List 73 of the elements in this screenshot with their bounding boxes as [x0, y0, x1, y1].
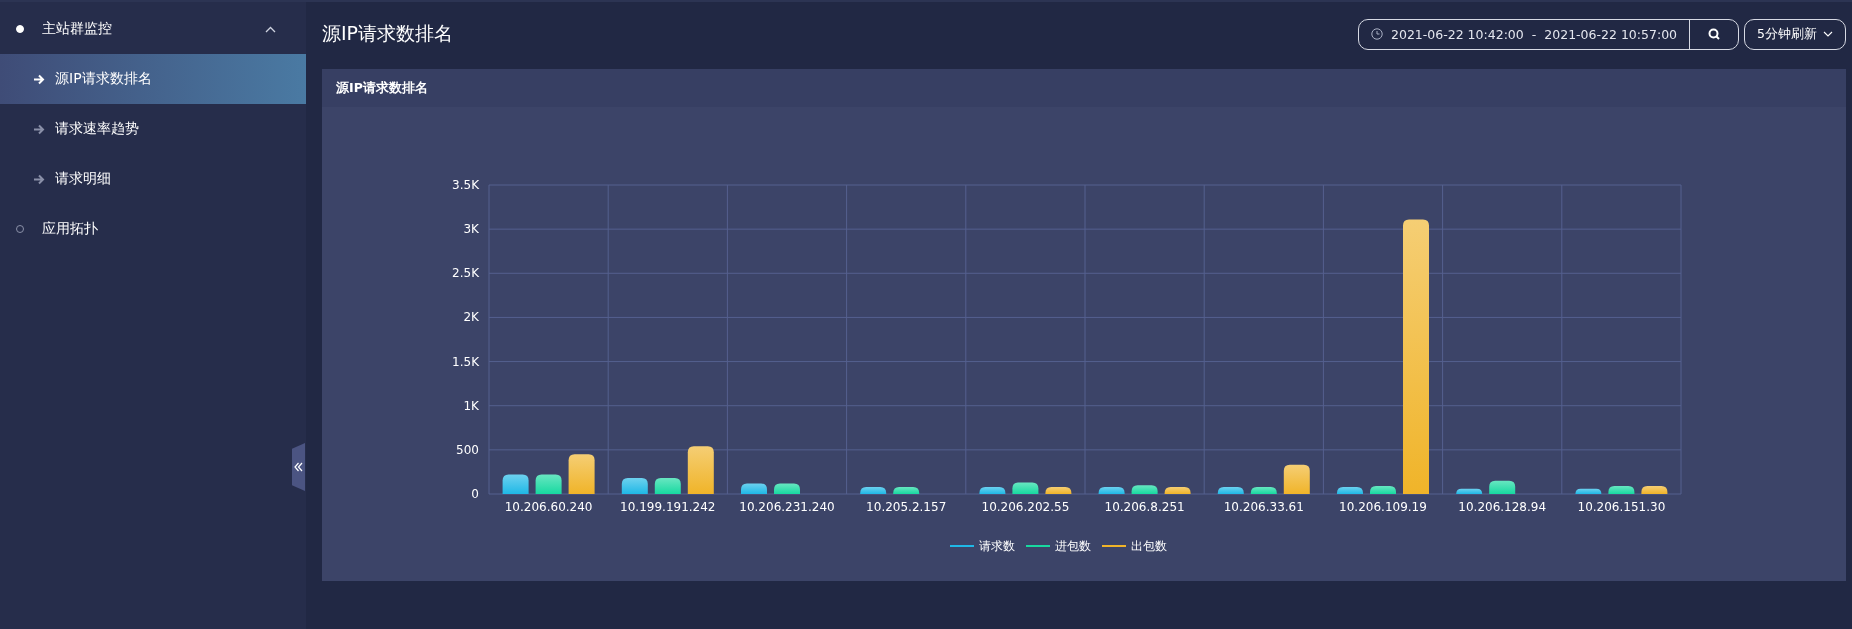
axis-label: 10.206.231.240	[739, 500, 835, 514]
search-icon	[1708, 28, 1721, 40]
axis-label: 10.199.191.242	[620, 500, 716, 514]
bar	[774, 483, 800, 494]
bar	[1575, 488, 1602, 494]
bar	[1045, 486, 1072, 494]
bar	[687, 446, 714, 494]
bar	[1283, 464, 1310, 494]
axis-label: 0	[471, 487, 479, 501]
bar	[568, 454, 595, 494]
bar	[1641, 486, 1668, 494]
bar	[1217, 486, 1244, 494]
clock-icon	[1371, 28, 1383, 40]
bar	[535, 474, 562, 494]
bar	[1370, 486, 1396, 494]
legend-label[interactable]: 请求数	[979, 539, 1015, 553]
menu-item[interactable]: 请求明细	[0, 154, 306, 204]
axis-label: 3.5K	[452, 178, 479, 192]
bar	[1337, 486, 1363, 494]
axis-label: 10.206.128.94	[1458, 500, 1547, 514]
menu-label: 主站群监控	[42, 20, 113, 38]
bar	[1098, 486, 1125, 494]
arrow-icon	[33, 73, 45, 85]
axis-label: 10.206.109.19	[1339, 500, 1427, 514]
axis-label: 10.206.202.55	[981, 500, 1070, 514]
bar	[502, 474, 529, 494]
legend-line	[1101, 545, 1127, 547]
bar	[741, 483, 767, 494]
bar	[1489, 480, 1516, 494]
bar	[979, 486, 1006, 494]
axis-label: 10.206.60.240	[504, 500, 593, 514]
start-time: 2021-06-22 10:42:00	[1391, 26, 1524, 42]
axis-label: 1.5K	[452, 354, 479, 369]
bar	[1131, 485, 1158, 494]
menu-item[interactable]: 请求速率趋势	[0, 104, 306, 154]
bar	[893, 486, 920, 494]
axis-label: 10.206.151.30	[1577, 500, 1666, 514]
legend-label[interactable]: 出包数	[1131, 539, 1167, 553]
axis-label: 2.5K	[452, 266, 479, 281]
menu-group[interactable]: 应用拓扑	[0, 204, 306, 254]
arrow-icon	[33, 123, 45, 135]
arrow-icon	[33, 173, 45, 185]
axis-label: 1K	[463, 398, 479, 413]
bar	[621, 478, 648, 494]
menu-item[interactable]: 源IP请求数排名	[0, 54, 306, 104]
bar	[1250, 486, 1277, 494]
menu-group[interactable]: 主站群监控	[0, 4, 306, 54]
time-range-field[interactable]: 2021-06-22 10:42:00 - 2021-06-22 10:57:00	[1358, 18, 1740, 50]
legend-line	[1025, 545, 1051, 547]
bar	[860, 486, 887, 494]
end-time: 2021-06-22 10:57:00	[1544, 26, 1678, 42]
panel-title: 源IP请求数排名	[336, 79, 428, 97]
legend-line	[949, 545, 975, 547]
chevron-icon	[265, 25, 276, 33]
range-separator: -	[1531, 26, 1537, 42]
bar	[1012, 482, 1039, 494]
collapse-handle[interactable]	[292, 443, 305, 491]
axis-label: 10.206.33.61	[1223, 500, 1304, 514]
axis-label: 10.206.8.251	[1104, 500, 1185, 514]
axis-label: 10.205.2.157	[866, 500, 947, 514]
bar	[1164, 486, 1191, 494]
bar	[1456, 488, 1483, 494]
menu-label: 应用拓扑	[42, 220, 99, 238]
page-title: 源IP请求数排名	[322, 21, 455, 46]
bar	[1608, 486, 1635, 494]
refresh-dropdown[interactable]: 5分钟刷新	[1744, 18, 1846, 50]
legend-label[interactable]: 进包数	[1055, 539, 1091, 553]
axis-label: 2K	[463, 310, 479, 325]
dot-icon	[16, 25, 24, 33]
caret-icon	[1823, 31, 1833, 37]
bar	[654, 478, 681, 494]
axis-label: 3K	[463, 222, 479, 237]
axis-label: 500	[456, 442, 479, 457]
